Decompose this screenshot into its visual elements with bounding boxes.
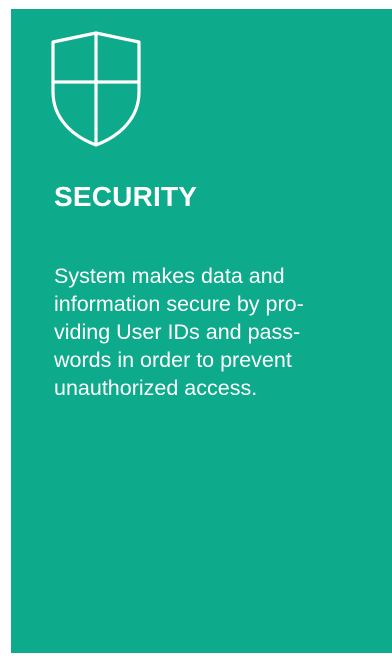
description-line: viding User IDs and pass-: [54, 320, 301, 344]
shield-icon: [50, 30, 142, 148]
security-card: SECURITY System makes data and informati…: [11, 9, 392, 653]
description-line: information secure by pro-: [54, 292, 304, 316]
card-title: SECURITY: [54, 181, 198, 212]
card-description: System makes data and information secure…: [54, 262, 364, 402]
description-line: words in order to prevent: [54, 348, 292, 372]
description-line: unauthorized access.: [54, 376, 258, 400]
description-line: System makes data and: [54, 264, 285, 288]
